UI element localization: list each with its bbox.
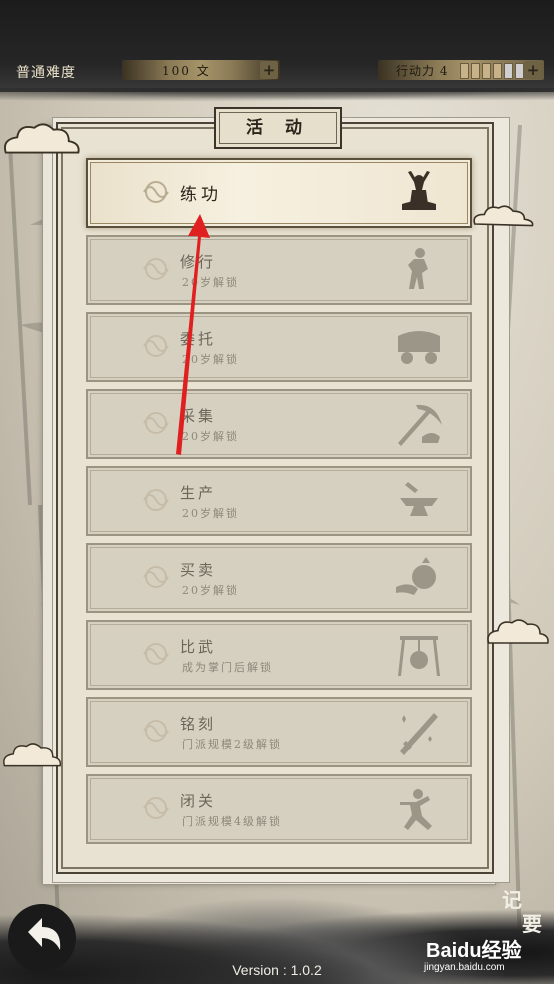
pickaxe-icon (398, 404, 442, 446)
scroll-ornament-icon (143, 258, 169, 280)
scroll-ornament-icon (143, 566, 169, 588)
watermark-url: jingyan.baidu.com (424, 962, 505, 973)
action-pip (460, 63, 469, 79)
unlock-hint: 门派规模2级解锁 (182, 738, 282, 751)
activity-name: 练功 (180, 185, 222, 205)
scroll-ornament-icon (143, 181, 169, 203)
action-pip-empty (504, 63, 513, 79)
unlock-hint: 20岁解锁 (182, 430, 239, 443)
fighter-icon (400, 789, 432, 830)
meditation-icon (402, 171, 436, 210)
activity-row-xiu-xing[interactable]: 修行 20岁解锁 (86, 235, 472, 305)
activity-name: 采集 (180, 407, 217, 425)
cart-icon (398, 331, 440, 364)
cloud-decoration (473, 205, 534, 227)
scroll-ornament-icon (143, 489, 169, 511)
activity-row-ming-ke[interactable]: 铭刻 门派规模2级解锁 (86, 697, 472, 767)
cloud-decoration (4, 123, 80, 154)
activity-row-lian-gong[interactable]: 练功 (86, 158, 472, 228)
activity-row-wei-tuo[interactable]: 委托 20岁解锁 (86, 312, 472, 382)
watermark: Baidu经验 (426, 940, 522, 962)
unlock-hint: 20岁解锁 (182, 507, 239, 520)
activity-row-mai-mai[interactable]: 买卖 20岁解锁 (86, 543, 472, 613)
add-money-button[interactable]: + (260, 61, 278, 79)
add-action-button[interactable]: + (524, 61, 542, 79)
action-points-label: 行动力 4 (396, 64, 449, 78)
activity-name: 委托 (180, 330, 217, 348)
money-value: 100 文 (162, 64, 211, 78)
activity-row-bi-wu[interactable]: 比武 成为掌门后解锁 (86, 620, 472, 690)
activity-row-cai-ji[interactable]: 采集 20岁解锁 (86, 389, 472, 459)
unlock-hint: 门派规模4级解锁 (182, 815, 282, 828)
scroll-ornament-icon (143, 412, 169, 434)
gong-icon (398, 636, 440, 676)
money-bag-icon (396, 557, 436, 595)
cloud-decoration (487, 619, 549, 644)
notes-label-char: 记 (502, 888, 522, 912)
activity-name: 修行 (180, 253, 217, 271)
scroll-ornament-icon (143, 797, 169, 819)
notes-label-char: 要 (522, 912, 542, 936)
activity-name: 生产 (180, 484, 217, 502)
sword-icon (400, 713, 438, 755)
scroll-ornament-icon (143, 335, 169, 357)
difficulty-label: 普通难度 (16, 65, 76, 81)
action-pip (493, 63, 502, 79)
activity-name: 比武 (180, 638, 217, 656)
action-pip (471, 63, 480, 79)
martial-pose-icon (408, 248, 428, 289)
scroll-ornament-icon (143, 720, 169, 742)
money-display: 100 文 + (122, 60, 280, 80)
action-pip-empty (515, 63, 524, 79)
unlock-hint: 成为掌门后解锁 (182, 661, 273, 674)
activity-name: 闭关 (180, 792, 217, 810)
action-points-display: 行动力 4 + (378, 60, 544, 80)
activity-row-bi-guan[interactable]: 闭关 门派规模4级解锁 (86, 774, 472, 844)
panel-title: 活 动 (214, 107, 342, 149)
unlock-hint: 20岁解锁 (182, 276, 239, 289)
unlock-hint: 20岁解锁 (182, 584, 239, 597)
anvil-icon (400, 482, 438, 516)
activity-name: 买卖 (180, 561, 217, 579)
action-points-bar (460, 63, 524, 79)
scroll-ornament-icon (143, 643, 169, 665)
cloud-decoration (3, 743, 62, 767)
activity-row-sheng-chan[interactable]: 生产 20岁解锁 (86, 466, 472, 536)
activity-name: 铭刻 (180, 715, 217, 733)
unlock-hint: 20岁解锁 (182, 353, 239, 366)
action-pip (482, 63, 491, 79)
